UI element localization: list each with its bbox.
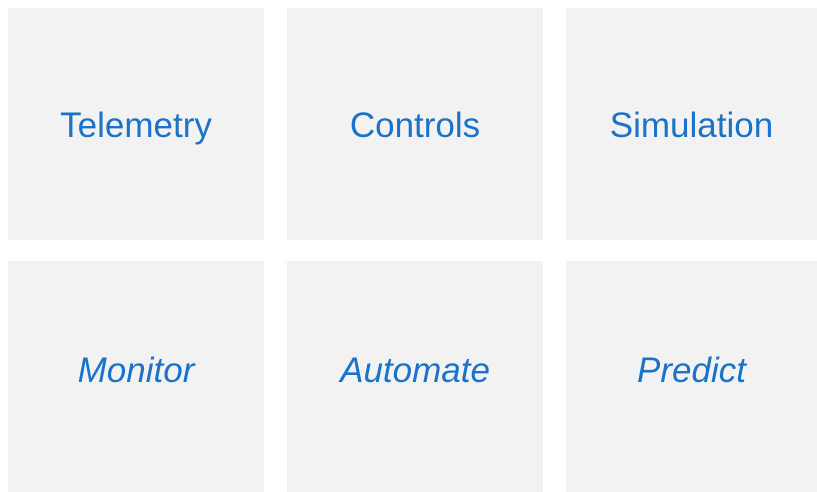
tile-label-controls: Controls [349,105,481,145]
tile-grid: Telemetry Controls Simulation Monitor Au… [0,0,817,492]
tile-telemetry[interactable]: Telemetry [8,8,264,240]
tile-label-simulation: Simulation [609,105,774,145]
tile-predict[interactable]: Predict [566,261,817,492]
tile-label-automate: Automate [340,351,490,390]
tile-simulation[interactable]: Simulation [566,8,817,240]
tile-label-monitor: Monitor [77,351,195,390]
tile-automate[interactable]: Automate [287,261,543,492]
tile-monitor[interactable]: Monitor [8,261,264,492]
tile-label-predict: Predict [637,351,746,390]
tile-label-telemetry: Telemetry [60,105,212,145]
tile-controls[interactable]: Controls [287,8,543,240]
